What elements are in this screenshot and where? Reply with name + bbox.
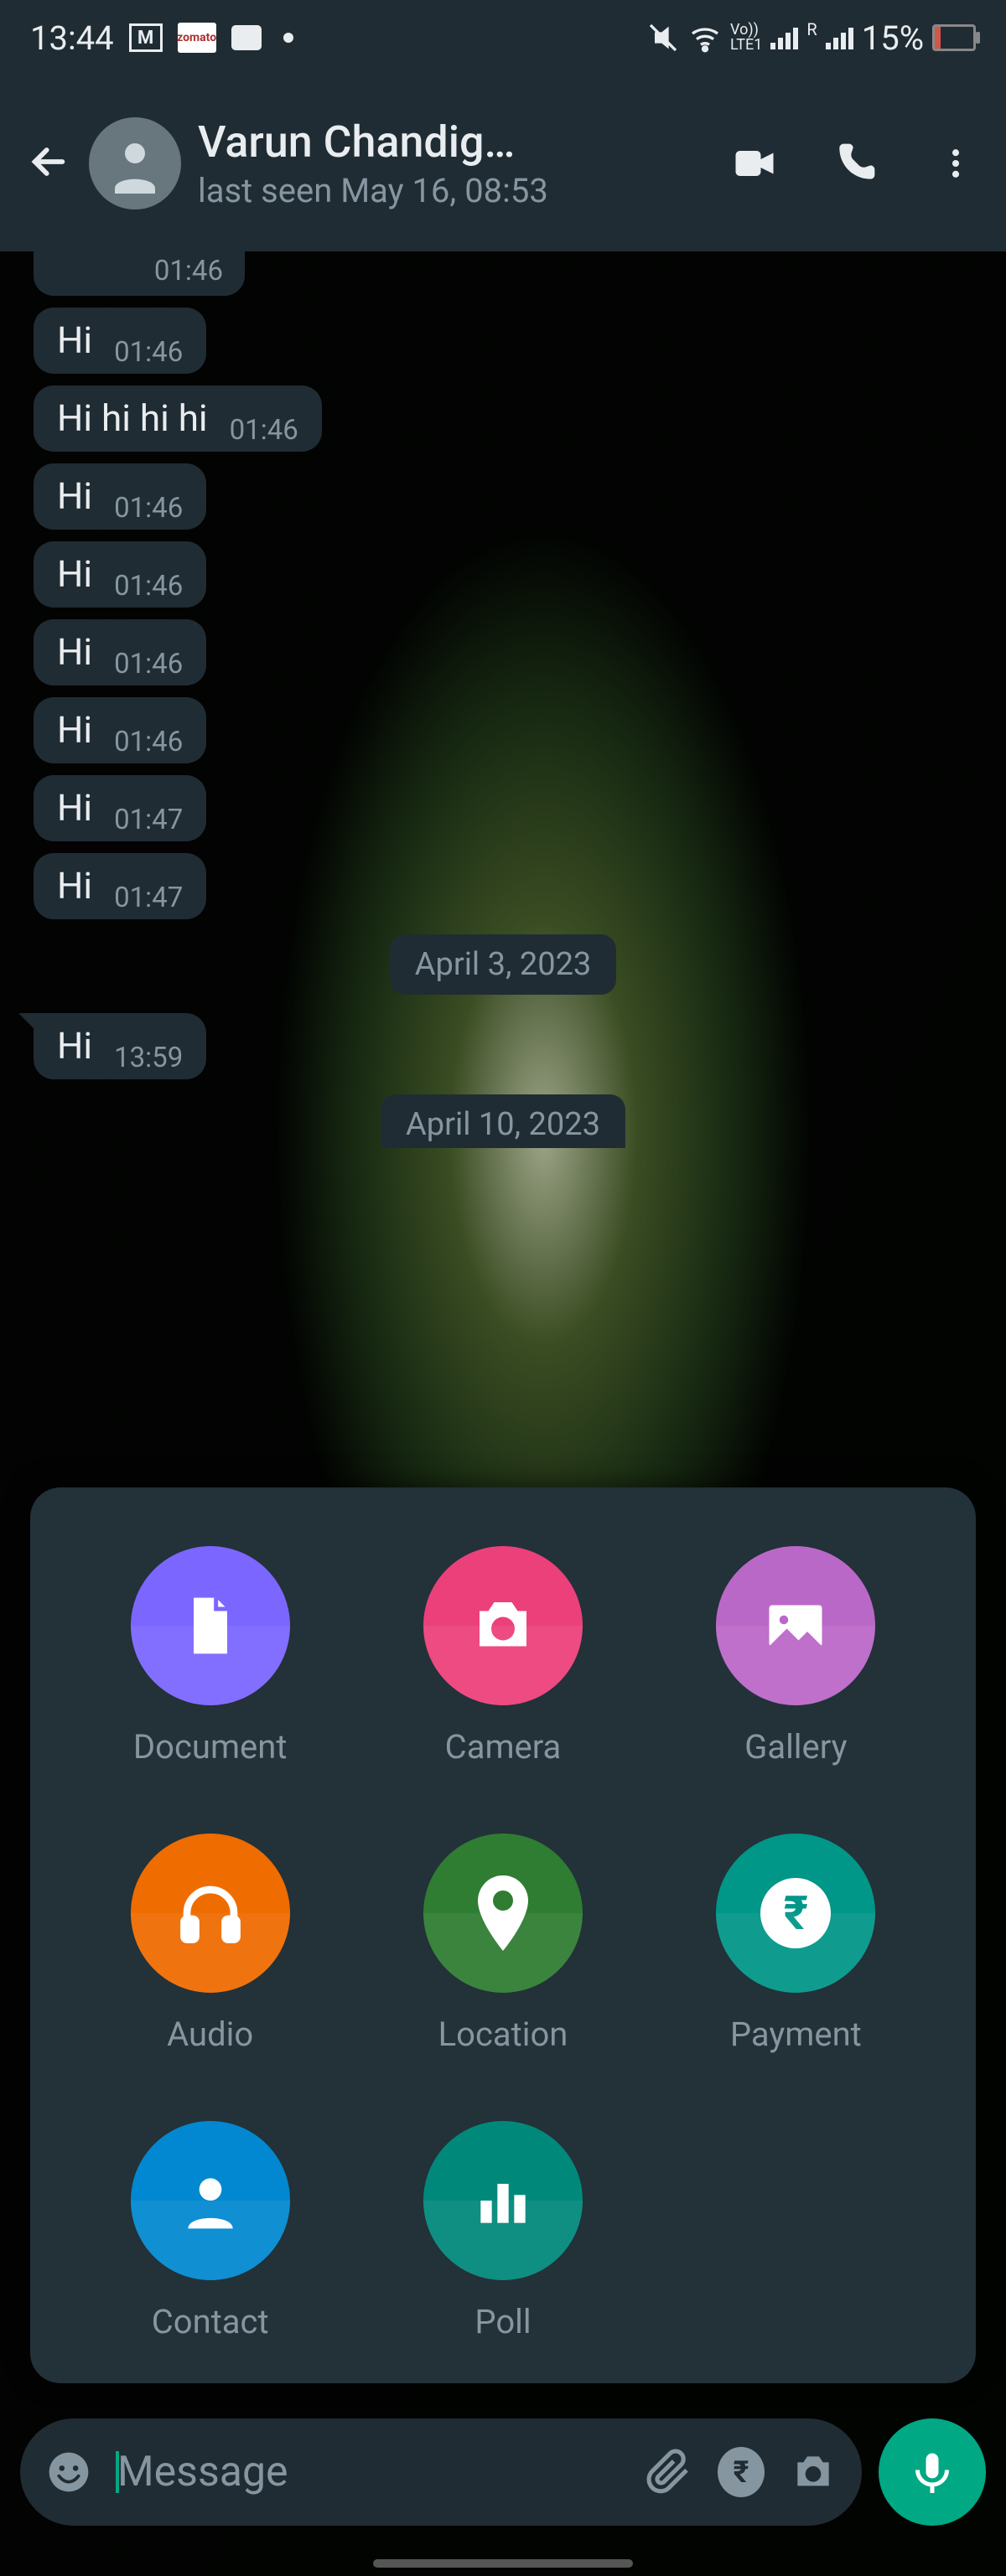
- message-time: 01:47: [114, 804, 183, 836]
- mute-icon: [646, 21, 680, 54]
- attach-document-button[interactable]: Document: [131, 1546, 290, 1766]
- attach-location-button[interactable]: Location: [423, 1834, 583, 2054]
- attach-label: Location: [438, 2015, 568, 2054]
- avatar[interactable]: [89, 117, 181, 209]
- gmail-icon: M: [129, 23, 163, 52]
- message-text: Hi: [57, 473, 92, 520]
- message-bubble-clipped[interactable]: 01:46: [34, 251, 245, 296]
- attach-camera-button[interactable]: Camera: [423, 1546, 583, 1766]
- attach-poll-button[interactable]: Poll: [423, 2121, 583, 2341]
- headphones-icon: [131, 1834, 290, 1993]
- message-row[interactable]: Hi 01:46: [34, 308, 972, 374]
- date-separator: April 10, 2023: [34, 1094, 972, 1148]
- rupee-icon: ₹: [716, 1834, 875, 1993]
- back-button[interactable]: [25, 138, 72, 189]
- mic-button[interactable]: [879, 2418, 986, 2526]
- attach-gallery-button[interactable]: Gallery: [716, 1546, 875, 1766]
- gallery-icon: [716, 1546, 875, 1705]
- message-row[interactable]: Hi 01:46: [34, 463, 972, 530]
- emoji-button[interactable]: [45, 2449, 92, 2496]
- message-time: 01:46: [114, 336, 183, 369]
- contact-name: Varun Chandig…: [198, 116, 704, 168]
- attach-label: Payment: [730, 2015, 862, 2054]
- attachment-sheet: Document Camera Gallery: [30, 1487, 976, 2383]
- attach-button[interactable]: [646, 2449, 692, 2496]
- signal2-icon: [826, 26, 853, 49]
- message-text: Hi: [57, 551, 92, 597]
- chat-background: 01:46 Hi 01:46 Hi hi hi hi 01:46 Hi 01:46 H…: [0, 251, 1006, 2576]
- message-text: Hi: [57, 1023, 92, 1069]
- camera-icon: [423, 1546, 583, 1705]
- payment-button[interactable]: ₹: [718, 2449, 765, 2496]
- contact-icon: [131, 2121, 290, 2280]
- battery-percent: 15%: [862, 18, 924, 58]
- volte-indicator: Vo)) LTE1: [730, 23, 762, 53]
- status-time: 13:44: [30, 18, 114, 58]
- message-text: Hi: [57, 863, 92, 909]
- attach-audio-button[interactable]: Audio: [131, 1834, 290, 2054]
- more-notifications-icon: [283, 33, 293, 43]
- header-info[interactable]: Varun Chandig… last seen May 16, 08:53: [198, 116, 704, 210]
- camera-button[interactable]: [790, 2449, 837, 2496]
- message-text: Hi: [57, 707, 92, 753]
- attach-contact-button[interactable]: Contact: [131, 2121, 290, 2341]
- message-placeholder: Message: [117, 2448, 620, 2496]
- message-time: 01:46: [114, 570, 183, 603]
- location-pin-icon: [423, 1834, 583, 1993]
- message-text: Hi: [57, 785, 92, 831]
- text-cursor: [116, 2451, 119, 2493]
- message-time: 01:46: [114, 648, 183, 680]
- wifi-icon: [688, 21, 722, 54]
- chat-header: Varun Chandig… last seen May 16, 08:53: [0, 75, 1006, 251]
- attach-label: Audio: [167, 2015, 253, 2054]
- message-row[interactable]: Hi 01:46: [34, 619, 972, 685]
- message-time: 01:46: [114, 726, 183, 758]
- voice-call-button[interactable]: [830, 138, 880, 189]
- chat-notification-icon: [231, 25, 262, 50]
- more-options-button[interactable]: [931, 138, 981, 189]
- message-text: Hi: [57, 318, 92, 364]
- battery-icon: [932, 24, 976, 51]
- message-text: Hi: [57, 629, 92, 675]
- message-time: 01:46: [114, 492, 183, 525]
- message-text: Hi hi hi hi: [57, 396, 208, 442]
- status-bar: 13:44 M zomato Vo)) LTE1 R 15%: [0, 0, 1006, 75]
- message-input[interactable]: Message ₹: [20, 2418, 862, 2526]
- message-row[interactable]: Hi 01:47: [34, 775, 972, 841]
- message-row[interactable]: Hi 01:46: [34, 541, 972, 608]
- message-time: 01:46: [230, 414, 298, 447]
- message-row[interactable]: Hi 13:59: [34, 1013, 972, 1079]
- message-time: 01:47: [114, 882, 183, 914]
- signal-icon: [770, 26, 798, 49]
- message-row[interactable]: Hi hi hi hi 01:46: [34, 385, 972, 452]
- zomato-icon: zomato: [178, 23, 216, 53]
- attach-label: Contact: [152, 2302, 269, 2341]
- document-icon: [131, 1546, 290, 1705]
- attach-payment-button[interactable]: ₹ Payment: [716, 1834, 875, 2054]
- nav-handle[interactable]: [373, 2559, 633, 2568]
- message-time: 01:46: [154, 255, 223, 287]
- date-separator: April 3, 2023: [34, 934, 972, 995]
- last-seen: last seen May 16, 08:53: [198, 171, 704, 210]
- roaming-indicator: R: [806, 19, 817, 39]
- poll-icon: [423, 2121, 583, 2280]
- message-row[interactable]: Hi 01:46: [34, 697, 972, 763]
- message-row[interactable]: Hi 01:47: [34, 853, 972, 919]
- attach-label: Poll: [474, 2302, 531, 2341]
- input-bar: Message ₹: [20, 2418, 986, 2526]
- message-time: 13:59: [114, 1042, 183, 1074]
- video-call-button[interactable]: [729, 138, 780, 189]
- attach-label: Camera: [445, 1727, 562, 1766]
- message-list[interactable]: 01:46 Hi 01:46 Hi hi hi hi 01:46 Hi 01:46 H…: [0, 251, 1006, 1156]
- attach-label: Gallery: [744, 1727, 848, 1766]
- attach-label: Document: [133, 1727, 288, 1766]
